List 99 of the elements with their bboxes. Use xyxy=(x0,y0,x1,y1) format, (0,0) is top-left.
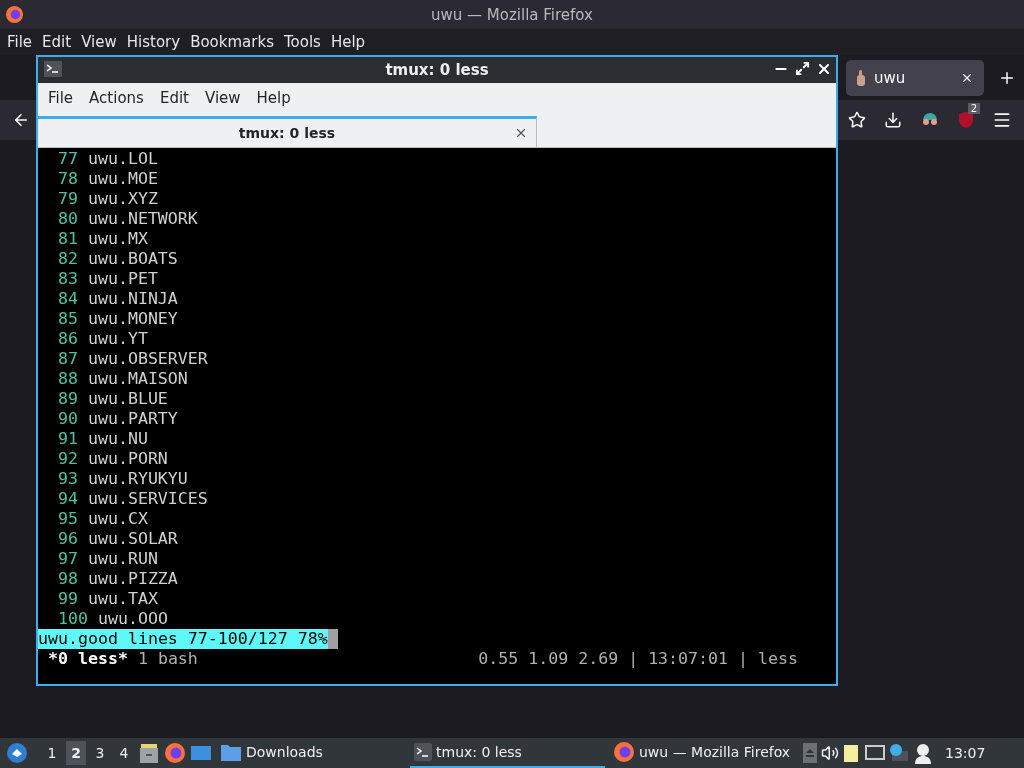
line-text: uwu.NINJA xyxy=(87,289,178,309)
line-text: uwu.MONEY xyxy=(87,309,178,329)
line-text: uwu.RYUKYU xyxy=(87,469,188,489)
line-number: 95 xyxy=(57,509,78,529)
menu-item[interactable]: Actions xyxy=(81,89,152,107)
window-title: uwu — Mozilla Firefox xyxy=(431,5,593,24)
line-text: uwu.PET xyxy=(87,269,158,289)
clock: 13:07 xyxy=(945,745,986,761)
taskbar-task[interactable]: Downloads xyxy=(216,738,406,768)
desktop-button[interactable]: 2 xyxy=(66,741,86,765)
menu-item[interactable]: Tools xyxy=(278,33,326,51)
menu-item[interactable]: File xyxy=(2,33,38,51)
tmux-window[interactable]: *0 less* xyxy=(48,649,128,669)
taskbar-task[interactable]: tmux: 0 less xyxy=(410,738,605,768)
line-number: 84 xyxy=(57,289,78,309)
line-text: uwu.LOL xyxy=(87,149,158,169)
line-number: 78 xyxy=(57,169,78,189)
menu-item[interactable]: View xyxy=(196,89,249,107)
line-text: uwu.PIZZA xyxy=(87,569,178,589)
menu-item[interactable]: File xyxy=(40,89,82,107)
menu-item[interactable]: Edit xyxy=(37,33,77,51)
line-number: 82 xyxy=(57,249,78,269)
hand-icon xyxy=(856,69,866,86)
cursor xyxy=(327,629,338,649)
line-text: uwu.MOE xyxy=(87,169,158,189)
line-number: 100 xyxy=(57,609,88,629)
firefox-icon[interactable] xyxy=(164,742,186,764)
line-number: 96 xyxy=(57,529,78,549)
line-number: 91 xyxy=(57,429,78,449)
star-icon[interactable] xyxy=(848,111,866,129)
line-number: 79 xyxy=(57,189,78,209)
line-text: uwu.TAX xyxy=(87,589,158,609)
line-text: uwu.OBSERVER xyxy=(87,349,208,369)
user-icon[interactable] xyxy=(913,742,933,764)
line-number: 88 xyxy=(57,369,78,389)
line-number: 80 xyxy=(57,209,78,229)
line-number: 90 xyxy=(57,409,78,429)
notification-icon[interactable] xyxy=(889,743,909,763)
firefox-icon xyxy=(5,5,24,24)
firefox-icon xyxy=(613,741,635,763)
menu-item[interactable]: View xyxy=(76,33,122,51)
line-text: uwu.PARTY xyxy=(87,409,178,429)
line-text: uwu.XYZ xyxy=(87,189,158,209)
line-number: 98 xyxy=(57,569,78,589)
line-text: uwu.RUN xyxy=(87,549,158,569)
line-number: 87 xyxy=(57,349,78,369)
line-number: 86 xyxy=(57,329,78,349)
menu-item[interactable]: Edit xyxy=(151,89,197,107)
line-number: 89 xyxy=(57,389,78,409)
menu-icon[interactable] xyxy=(992,110,1012,130)
maximize-icon[interactable] xyxy=(795,61,810,76)
line-text: uwu.NU xyxy=(87,429,148,449)
line-number: 77 xyxy=(57,149,78,169)
line-text: uwu.CX xyxy=(87,509,148,529)
line-text: uwu.BLUE xyxy=(87,389,168,409)
count-badge: 2 xyxy=(967,103,980,114)
line-number: 97 xyxy=(57,549,78,569)
folder-icon xyxy=(220,742,242,762)
download-icon[interactable] xyxy=(884,111,902,129)
network-icon[interactable] xyxy=(865,744,885,762)
browser-tab[interactable]: uwu xyxy=(846,59,984,96)
menu-item[interactable]: Help xyxy=(248,89,299,107)
line-text: uwu.SERVICES xyxy=(87,489,208,509)
line-text: uwu.SOLAR xyxy=(87,529,178,549)
volume-icon[interactable] xyxy=(821,744,839,762)
line-number: 83 xyxy=(57,269,78,289)
line-number: 85 xyxy=(57,309,78,329)
line-number: 99 xyxy=(57,589,78,609)
menu-item[interactable]: Help xyxy=(325,33,371,51)
close-icon[interactable] xyxy=(816,61,832,77)
line-number: 93 xyxy=(57,469,78,489)
line-text: uwu.YT xyxy=(87,329,148,349)
line-text: uwu.MAISON xyxy=(87,369,188,389)
desktop-button[interactable]: 3 xyxy=(90,741,110,765)
line-text: uwu.OOO xyxy=(97,609,168,629)
line-text: uwu.MX xyxy=(87,229,148,249)
line-number: 92 xyxy=(57,449,78,469)
line-text: uwu.BOATS xyxy=(87,249,178,269)
back-icon[interactable] xyxy=(12,111,30,129)
terminal-icon xyxy=(414,743,432,761)
menu-item[interactable]: Bookmarks xyxy=(185,33,279,51)
close-icon[interactable] xyxy=(514,126,528,140)
desktop-button[interactable]: 4 xyxy=(114,741,134,765)
window-icon[interactable] xyxy=(190,743,212,763)
tmux-window[interactable]: 1 bash xyxy=(137,649,198,669)
tmux-status: 0.55 1.09 2.69 | 13:07:01 | less xyxy=(478,649,798,669)
terminal-tab[interactable]: tmux: 0 less xyxy=(38,116,537,147)
notes-icon[interactable] xyxy=(843,743,861,763)
line-text: uwu.NETWORK xyxy=(87,209,198,229)
file-cabinet-icon[interactable] xyxy=(138,742,160,764)
line-number: 81 xyxy=(57,229,78,249)
line-number: 94 xyxy=(57,489,78,509)
start-menu-icon[interactable] xyxy=(6,742,28,764)
menu-item[interactable]: History xyxy=(121,33,186,51)
terminal-icon xyxy=(44,61,62,77)
desktop-button[interactable]: 1 xyxy=(42,741,62,765)
window-title: tmux: 0 less xyxy=(385,61,489,79)
line-text: uwu.PORN xyxy=(87,449,168,469)
taskbar-task[interactable]: uwu — Mozilla Firefox xyxy=(609,738,799,768)
